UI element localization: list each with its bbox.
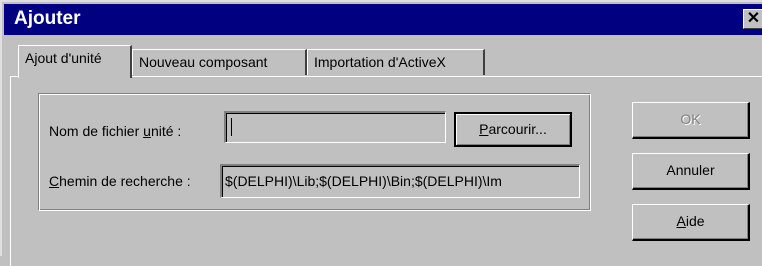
tab-panel (10, 76, 762, 266)
add-dialog: Ajouter ✕ Ajout d'unité Nouveau composan… (0, 0, 762, 266)
dialog-title: Ajouter (14, 8, 81, 29)
tab-label: Importation d'ActiveX (314, 54, 446, 70)
close-button[interactable]: ✕ (743, 9, 762, 29)
tab-nouveau-composant[interactable]: Nouveau composant (132, 49, 307, 75)
tab-ajout-unite[interactable]: Ajout d'unité (18, 45, 132, 78)
close-icon: ✕ (746, 10, 761, 27)
tab-importation-activex[interactable]: Importation d'ActiveX (307, 49, 485, 75)
tab-label: Ajout d'unité (25, 50, 102, 66)
tab-label: Nouveau composant (139, 54, 268, 70)
title-bar: Ajouter (4, 4, 762, 35)
